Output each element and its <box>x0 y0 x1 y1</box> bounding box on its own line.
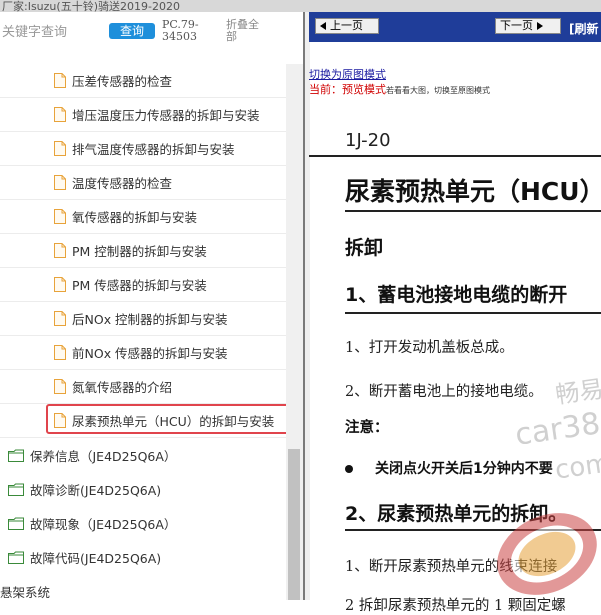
tree-item-label: PM 传感器的拆卸与安装 <box>72 278 207 293</box>
tree-item-label: 氧传感器的拆卸与安装 <box>72 210 198 225</box>
catalog-tree: 压差传感器的检查增压温度压力传感器的拆卸与安装 排气温度传感器的拆卸与安装 温度传感… <box>0 64 286 600</box>
document-icon <box>54 209 66 224</box>
watermark-text-2: car38 <box>512 406 601 453</box>
step2-line-1: 1、断开尿素预热单元的线束连接 <box>345 559 558 575</box>
mode-hint: 若看看大图，切换至原图模式 <box>386 86 490 95</box>
tree-item-label: 前NOx 传感器的拆卸与安装 <box>72 346 228 361</box>
arrow-right-icon <box>537 22 543 30</box>
document-icon <box>54 107 66 122</box>
tree-item-label: 排气温度传感器的拆卸与安装 <box>72 142 235 157</box>
document-icon <box>54 379 66 394</box>
tree-folder[interactable]: 保养信息（JE4D25Q6A） <box>0 438 286 472</box>
window-title-bar: 厂家:Isuzu(五十铃)骑送2019-2020 <box>0 0 601 12</box>
document-title: 尿素预热单元（HCU） <box>345 177 601 206</box>
step1-line-2: 2、断开蓄电池上的接地电缆。 <box>345 384 543 400</box>
section-heading: 拆卸 <box>345 237 384 259</box>
switch-to-original-link[interactable]: 切换为原图模式 <box>309 66 386 82</box>
document-viewer: 上一页 下一页 [刷新 切换为原图模式 当前：预览模式若看看大图，切换至原图模式… <box>303 12 601 614</box>
left-pane: 查询 PC.79-34503 折叠全部 压差传感器的检查增压温度压力传感器的拆卸… <box>0 12 303 600</box>
mode-prefix: 当前： <box>309 83 342 96</box>
tree-item[interactable]: 氧传感器的拆卸与安装 <box>0 200 286 234</box>
tree-folder-label: 保养信息（JE4D25Q6A） <box>30 448 177 464</box>
tree-item[interactable]: 排气温度传感器的拆卸与安装 <box>0 132 286 166</box>
folder-icon <box>8 449 24 462</box>
model-code: PC.79-34503 <box>162 18 199 43</box>
page-number: 1J-20 <box>345 130 391 151</box>
tree-item-label: 压差传感器的检查 <box>72 74 173 89</box>
note-heading: 注意： <box>345 420 389 436</box>
left-scrollbar-thumb[interactable] <box>288 449 300 600</box>
tree-section-suspension[interactable]: 悬架系统 <box>0 574 50 600</box>
left-scrollbar[interactable] <box>286 64 303 600</box>
document-icon <box>54 141 66 156</box>
page-nav-bar: 上一页 下一页 [刷新 <box>309 12 601 42</box>
tree-folder[interactable]: 故障诊断(JE4D25Q6A) <box>0 472 286 506</box>
warning-bullet: 关闭点火开关后1分钟内不要 <box>345 458 553 478</box>
tree-item[interactable]: 温度传感器的检查 <box>0 166 286 200</box>
tree-section-label: 悬架系统 <box>0 584 51 600</box>
tree-item[interactable]: 氮氧传感器的介绍 <box>0 370 286 404</box>
prev-page-button[interactable]: 上一页 <box>315 18 379 34</box>
search-input[interactable] <box>0 21 100 43</box>
tree-folder[interactable]: 故障代码(JE4D25Q6A) <box>0 540 286 574</box>
document-icon <box>54 413 66 428</box>
tree-item-label: 氮氧传感器的介绍 <box>72 380 173 395</box>
arrow-left-icon <box>320 22 326 30</box>
prev-page-label: 上一页 <box>330 19 363 32</box>
tree-folder-label: 故障代码(JE4D25Q6A) <box>30 550 162 566</box>
viewer-edge <box>305 12 310 600</box>
tree-item-label: 增压温度压力传感器的拆卸与安装 <box>72 108 260 123</box>
step2-line-2: 2 拆卸尿素预热单元的 1 颗固定螺 <box>345 598 566 614</box>
page-divider <box>309 155 601 157</box>
watermark-text-1: 畅易 <box>553 374 601 410</box>
tree-item[interactable]: PM 控制器的拆卸与安装 <box>0 234 286 268</box>
next-page-label: 下一页 <box>500 19 533 32</box>
step2-heading: 2、尿素预热单元的拆卸。 <box>345 503 568 525</box>
tree-folder-label: 故障诊断(JE4D25Q6A) <box>30 482 162 498</box>
refresh-link[interactable]: [刷新 <box>569 20 599 37</box>
document-icon <box>54 345 66 360</box>
current-mode: 当前：预览模式若看看大图，切换至原图模式 <box>309 81 490 97</box>
tree-item[interactable]: 前NOx 传感器的拆卸与安装 <box>0 336 286 370</box>
document-icon <box>54 175 66 190</box>
mode-name: 预览模式 <box>342 83 386 96</box>
document-icon <box>54 73 66 88</box>
folder-icon <box>8 517 24 530</box>
left-toolbar: 查询 PC.79-34503 折叠全部 <box>0 12 303 52</box>
title-divider <box>345 210 601 212</box>
document-icon <box>54 277 66 292</box>
query-button[interactable]: 查询 <box>109 23 155 39</box>
tree-folder[interactable]: 故障现象（JE4D25Q6A） <box>0 506 286 540</box>
step1-line-1: 1、打开发动机盖板总成。 <box>345 340 514 356</box>
tree-item[interactable]: 增压温度压力传感器的拆卸与安装 <box>0 98 286 132</box>
watermark-text-3: com <box>553 448 601 486</box>
tree-item-label: 温度传感器的检查 <box>72 176 173 191</box>
next-page-button[interactable]: 下一页 <box>495 18 561 34</box>
tree-item-label: 后NOx 控制器的拆卸与安装 <box>72 312 228 327</box>
document-icon <box>54 311 66 326</box>
selection-highlight <box>46 404 286 434</box>
bullet-dot-icon <box>345 465 353 473</box>
tree-item-selected[interactable]: 尿素预热单元（HCU）的拆卸与安装 <box>0 404 286 438</box>
step2-divider <box>345 529 601 531</box>
tree-item[interactable]: PM 传感器的拆卸与安装 <box>0 268 286 302</box>
window-title: 厂家:Isuzu(五十铃)骑送2019-2020 <box>2 0 180 12</box>
step1-heading: 1、蓄电池接地电缆的断开 <box>345 284 568 306</box>
collapse-all-button[interactable]: 折叠全部 <box>226 19 266 43</box>
folder-icon <box>8 551 24 564</box>
folder-icon <box>8 483 24 496</box>
tree-item-label: PM 控制器的拆卸与安装 <box>72 244 207 259</box>
document-icon <box>54 243 66 258</box>
tree-folder-label: 故障现象（JE4D25Q6A） <box>30 516 177 532</box>
tree-item[interactable]: 压差传感器的检查 <box>0 64 286 98</box>
warning-text: 关闭点火开关后1分钟内不要 <box>375 461 553 477</box>
tree-item[interactable]: 后NOx 控制器的拆卸与安装 <box>0 302 286 336</box>
step1-divider <box>345 312 601 314</box>
